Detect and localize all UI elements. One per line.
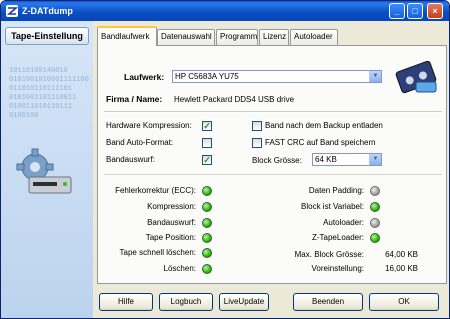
title-bar[interactable]: Z-DATdump _ □ × bbox=[1, 1, 449, 21]
preset-label: Voreinstellung: bbox=[311, 264, 364, 273]
tape-drive-icon bbox=[395, 60, 437, 94]
status-tape-position-label: Tape Position: bbox=[145, 233, 196, 242]
maximize-button[interactable]: □ bbox=[407, 3, 423, 19]
tab-lizenz[interactable]: Lizenz bbox=[259, 29, 289, 45]
auto-format-checkbox[interactable] bbox=[202, 138, 212, 148]
tab-panel-bandlaufwerk: Laufwerk: HP C5683A YU75 ▼ Firma / Name:… bbox=[97, 45, 447, 284]
fast-crc-label: FAST CRC auf Band speichern bbox=[265, 138, 376, 147]
status-variable-block-label: Block ist Variabel: bbox=[301, 202, 364, 211]
hw-compression-label: Hardware Kompression: bbox=[106, 121, 192, 130]
status-ecc-led bbox=[202, 186, 212, 196]
close-button[interactable]: × bbox=[427, 3, 443, 19]
status-eject-led bbox=[202, 218, 212, 228]
company-label: Firma / Name: bbox=[106, 94, 163, 104]
preset-value: 16,00 KB bbox=[385, 264, 418, 273]
status-variable-block-led bbox=[370, 202, 380, 212]
gear-drive-icon bbox=[16, 148, 72, 194]
status-data-padding-led bbox=[370, 186, 380, 196]
tab-bandlaufwerk[interactable]: Bandlaufwerk bbox=[97, 26, 157, 46]
status-compression-led bbox=[202, 202, 212, 212]
status-eject-label: Bandauswurf: bbox=[147, 218, 196, 227]
max-block-size-value: 64,00 KB bbox=[385, 250, 418, 259]
sidebar: Tape-Einstellung 10110100140010 01010010… bbox=[1, 21, 93, 318]
tape-settings-button[interactable]: Tape-Einstellung bbox=[5, 27, 89, 45]
status-autoloader-label: Autoloader: bbox=[323, 218, 364, 227]
status-erase-led bbox=[202, 264, 212, 274]
exit-button[interactable]: Beenden bbox=[293, 293, 363, 311]
status-quick-erase-led bbox=[202, 248, 212, 258]
status-tape-position-led bbox=[202, 233, 212, 243]
drive-select[interactable]: HP C5683A YU75 ▼ bbox=[172, 70, 382, 83]
ok-button[interactable]: OK bbox=[369, 293, 439, 311]
help-button[interactable]: Hilfe bbox=[99, 293, 153, 311]
status-data-padding-label: Daten Padding: bbox=[308, 186, 364, 195]
max-block-size-label: Max. Block Grösse: bbox=[294, 250, 364, 259]
eject-checkbox[interactable]: ✓ bbox=[202, 155, 212, 165]
divider bbox=[104, 111, 442, 113]
status-quick-erase-label: Tape schnell löschen: bbox=[119, 248, 197, 257]
status-autoloader-led bbox=[370, 218, 380, 228]
unload-after-backup-checkbox[interactable] bbox=[252, 121, 262, 131]
window-title: Z-DATdump bbox=[22, 6, 73, 16]
drive-select-value: HP C5683A YU75 bbox=[175, 72, 239, 81]
status-compression-label: Kompression: bbox=[147, 202, 196, 211]
logbook-button[interactable]: Logbuch bbox=[159, 293, 213, 311]
status-ztapeloader-led bbox=[370, 233, 380, 243]
divider bbox=[104, 174, 442, 176]
tab-autoloader[interactable]: Autoloader bbox=[290, 29, 338, 45]
liveupdate-button[interactable]: LiveUpdate bbox=[219, 293, 269, 311]
company-value: Hewlett Packard DDS4 USB drive bbox=[174, 95, 295, 104]
minimize-button[interactable]: _ bbox=[389, 3, 405, 19]
block-size-value: 64 KB bbox=[315, 155, 337, 164]
block-size-select[interactable]: 64 KB ▼ bbox=[312, 153, 382, 166]
fast-crc-checkbox[interactable] bbox=[252, 138, 262, 148]
hw-compression-checkbox[interactable]: ✓ bbox=[202, 121, 212, 131]
app-window: Z-DATdump _ □ × Tape-Einstellung 1011010… bbox=[0, 0, 450, 319]
chevron-down-icon[interactable]: ▼ bbox=[369, 154, 381, 165]
status-ecc-label: Fehlerkorrektur (ECC): bbox=[115, 186, 196, 195]
auto-format-label: Band Auto-Format: bbox=[106, 138, 174, 147]
block-size-label: Block Grösse: bbox=[252, 156, 302, 165]
drive-label: Laufwerk: bbox=[124, 72, 165, 82]
binary-decoration: 10110100140010 0101001010001111100 01101… bbox=[9, 67, 89, 120]
chevron-down-icon[interactable]: ▼ bbox=[369, 71, 381, 82]
tab-datenauswahl[interactable]: Datenauswahl bbox=[157, 29, 215, 45]
app-icon bbox=[6, 5, 18, 17]
status-erase-label: Löschen: bbox=[163, 264, 196, 273]
status-ztapeloader-label: Z-TapeLoader: bbox=[311, 233, 364, 242]
tab-programm[interactable]: Programm bbox=[216, 29, 258, 45]
unload-after-backup-label: Band nach dem Backup entladen bbox=[265, 121, 383, 130]
eject-label: Bandauswurf: bbox=[106, 155, 155, 164]
